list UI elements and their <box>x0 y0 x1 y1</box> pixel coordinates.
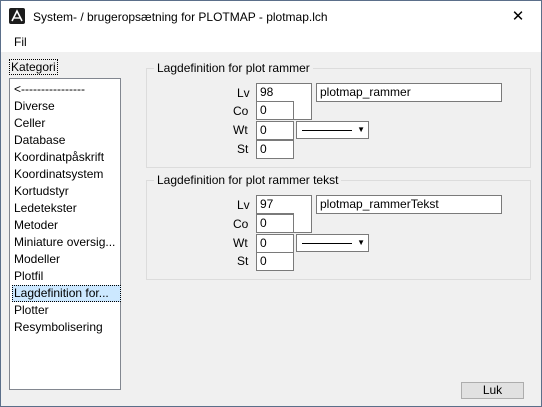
lv-label: Lv <box>237 198 250 212</box>
list-item[interactable]: Database <box>12 132 121 149</box>
menu-fil[interactable]: Fil <box>14 35 27 49</box>
color-swatch[interactable] <box>294 213 312 233</box>
chevron-down-icon: ▼ <box>357 125 365 134</box>
wt-label: Wt <box>233 123 248 137</box>
list-item[interactable]: Diverse <box>12 98 121 115</box>
line-style-dropdown[interactable]: ▼ <box>296 121 369 139</box>
list-item[interactable]: Plotfil <box>12 268 121 285</box>
lv-input[interactable]: 97 <box>256 195 312 214</box>
list-item[interactable]: Koordinatpåskrift <box>12 149 121 166</box>
solid-line-icon <box>302 130 352 131</box>
list-item[interactable]: Metoder <box>12 217 121 234</box>
st-label: St <box>237 254 249 268</box>
list-item[interactable]: Plotter <box>12 302 121 319</box>
color-swatch[interactable] <box>294 100 312 120</box>
co-input[interactable]: 0 <box>256 214 294 233</box>
co-label: Co <box>233 104 249 118</box>
group-title: Lagdefinition for plot rammer <box>154 61 313 75</box>
st-input[interactable]: 0 <box>256 252 294 271</box>
list-item[interactable]: Koordinatsystem <box>12 166 121 183</box>
solid-line-icon <box>302 243 352 244</box>
app-icon <box>9 8 25 24</box>
title-bar: System- / brugeropsætning for PLOTMAP - … <box>1 1 541 32</box>
close-dialog-button[interactable]: Luk <box>461 382 524 399</box>
co-input[interactable]: 0 <box>256 101 294 120</box>
menu-bar: Fil <box>1 32 541 52</box>
st-input[interactable]: 0 <box>256 140 294 159</box>
st-label: St <box>237 142 249 156</box>
lv-label: Lv <box>237 86 250 100</box>
line-style-dropdown[interactable]: ▼ <box>296 234 369 252</box>
list-item[interactable]: <---------------- <box>12 81 121 98</box>
level-name-input[interactable]: plotmap_rammer <box>316 83 502 102</box>
window-title: System- / brugeropsætning for PLOTMAP - … <box>33 10 328 24</box>
chevron-down-icon: ▼ <box>357 238 365 247</box>
list-item[interactable]: Kortudstyr <box>12 183 121 200</box>
list-item[interactable]: Ledetekster <box>12 200 121 217</box>
dialog-window: System- / brugeropsætning for PLOTMAP - … <box>0 0 542 407</box>
wt-input[interactable]: 0 <box>256 234 294 253</box>
close-button[interactable]: ✕ <box>495 1 541 32</box>
close-icon: ✕ <box>511 8 525 25</box>
wt-label: Wt <box>233 236 248 250</box>
list-item[interactable]: Modeller <box>12 251 121 268</box>
category-list[interactable]: <---------------- Diverse Celler Databas… <box>9 78 121 390</box>
category-label: Kategori <box>9 59 58 75</box>
list-item[interactable]: Miniature oversig... <box>12 234 121 251</box>
co-label: Co <box>233 217 249 231</box>
group-title: Lagdefinition for plot rammer tekst <box>154 173 342 187</box>
level-name-input[interactable]: plotmap_rammerTekst <box>316 195 502 214</box>
list-item[interactable]: Celler <box>12 115 121 132</box>
list-item-selected[interactable]: Lagdefinition for... <box>12 285 121 302</box>
list-item[interactable]: Resymbolisering <box>12 319 121 336</box>
wt-input[interactable]: 0 <box>256 121 294 140</box>
